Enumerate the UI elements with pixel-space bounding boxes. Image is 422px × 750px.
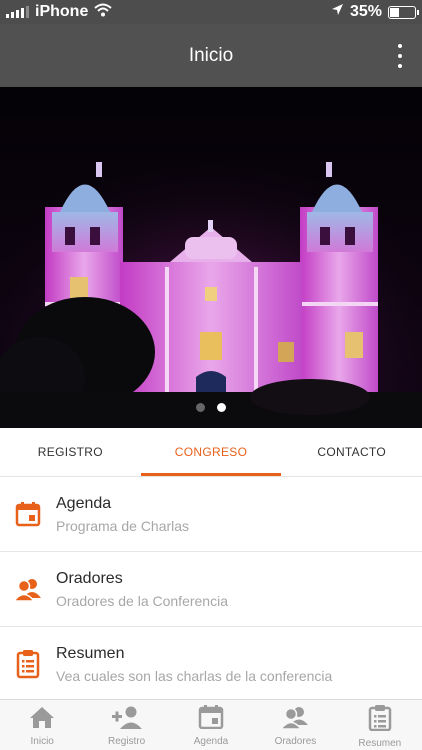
- tab-contacto[interactable]: CONTACTO: [281, 428, 422, 476]
- clipboard-icon: [368, 705, 392, 736]
- battery-percent: 35%: [349, 3, 382, 20]
- status-left: iPhone: [0, 3, 113, 22]
- nav-label: Oradores: [274, 736, 317, 747]
- nav-item-oradores[interactable]: Oradores: [253, 700, 337, 750]
- nav-item-resumen[interactable]: Resumen: [338, 700, 422, 750]
- calendar-icon: [198, 705, 224, 734]
- cathedral-night-photo: [0, 87, 422, 428]
- status-right: 35%: [331, 3, 422, 21]
- add-user-icon: [111, 705, 143, 734]
- menu-item-oradores[interactable]: Oradores Oradores de la Conferencia: [0, 552, 422, 627]
- menu-item-title: Oradores: [56, 569, 123, 587]
- section-tabs: REGISTRO CONGRESO CONTACTO: [0, 428, 422, 477]
- nav-item-inicio[interactable]: Inicio: [0, 700, 84, 750]
- bottom-nav: Inicio Registro Agenda Oradores Resumen: [0, 699, 422, 750]
- calendar-icon: [0, 501, 56, 527]
- home-icon: [29, 705, 55, 734]
- menu-item-text: Resumen Vea cuales son las charlas de la…: [56, 645, 332, 684]
- page-title: Inicio: [188, 44, 234, 66]
- wifi-icon: [94, 3, 113, 22]
- menu-list: Agenda Programa de Charlas Oradores Orad…: [0, 477, 422, 702]
- menu-item-subtitle: Oradores de la Conferencia: [56, 592, 228, 609]
- menu-item-resumen[interactable]: Resumen Vea cuales son las charlas de la…: [0, 627, 422, 702]
- menu-item-subtitle: Programa de Charlas: [56, 517, 190, 534]
- menu-item-agenda[interactable]: Agenda Programa de Charlas: [0, 477, 422, 552]
- battery-icon: [388, 5, 419, 19]
- carousel-dot-active[interactable]: [217, 403, 226, 412]
- menu-item-text: Oradores Oradores de la Conferencia: [56, 570, 228, 609]
- location-arrow-icon: [331, 3, 344, 21]
- carrier-label: iPhone: [35, 3, 89, 20]
- nav-item-registro[interactable]: Registro: [84, 700, 168, 750]
- app-bar: Inicio: [0, 24, 422, 87]
- overflow-menu-icon[interactable]: [396, 44, 404, 68]
- clipboard-icon: [0, 649, 56, 679]
- hero-carousel[interactable]: [0, 87, 422, 428]
- carousel-dots: [0, 403, 422, 412]
- menu-item-text: Agenda Programa de Charlas: [56, 495, 189, 534]
- tab-registro[interactable]: REGISTRO: [0, 428, 141, 476]
- menu-item-title: Agenda: [56, 494, 112, 512]
- status-bar: iPhone 35%: [0, 0, 422, 24]
- menu-item-title: Resumen: [56, 644, 125, 662]
- menu-item-subtitle: Vea cuales son las charlas de la confere…: [56, 667, 333, 684]
- carousel-dot[interactable]: [196, 403, 205, 412]
- nav-label: Inicio: [30, 736, 54, 747]
- tab-congreso[interactable]: CONGRESO: [140, 428, 282, 476]
- nav-label: Registro: [107, 736, 146, 747]
- signal-icon: [6, 6, 29, 18]
- nav-item-agenda[interactable]: Agenda: [169, 700, 253, 750]
- nav-label: Resumen: [358, 738, 402, 749]
- speakers-icon: [0, 576, 56, 602]
- nav-label: Agenda: [193, 736, 229, 747]
- speakers-icon: [279, 705, 310, 734]
- battery-level: [390, 7, 400, 17]
